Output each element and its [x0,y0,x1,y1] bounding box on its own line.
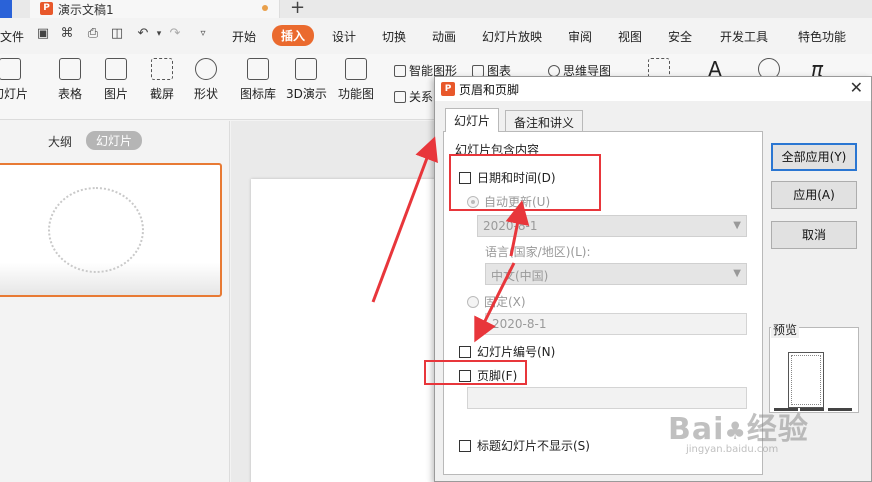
chevron-down-icon: ▼ [733,220,741,231]
new-slide-icon [0,58,21,80]
demo-3d-button[interactable]: 3D演示 [286,58,327,102]
thumbnail-circular-text [48,187,144,273]
slide-number-label: 幻灯片编号(N) [477,345,556,359]
slide-number-checkbox-box [459,346,471,358]
menu-file[interactable]: 文件 [0,28,24,45]
demo-3d-label: 3D演示 [286,87,327,101]
preview-label: 预览 [771,321,800,338]
screenshot-label: 截屏 [150,87,175,101]
tab-slide[interactable]: 幻灯片 [445,108,500,132]
menu-slideshow[interactable]: 幻灯片放映 [482,28,542,45]
fixed-date-radio[interactable]: 固定(X) [467,293,526,310]
relation-icon [394,91,406,103]
function-chart-icon [345,58,367,80]
menu-security[interactable]: 安全 [668,28,692,45]
screenshot-button[interactable]: 截屏 [150,58,174,102]
watermark-logo: Bai♣经验 [668,412,809,447]
unsaved-dot-icon [262,5,268,11]
home-tab-edge[interactable] [0,0,12,18]
print-preview-icon[interactable]: ◫ [110,27,124,41]
tab-outline[interactable]: 大纲 [48,133,72,150]
menu-animation[interactable]: 动画 [432,28,456,45]
chevron-down-icon: ▼ [733,268,741,279]
table-button[interactable]: 表格 [58,58,82,102]
dialog-app-icon: P [441,82,455,96]
dialog-titlebar[interactable]: P 页眉和页脚 ✕ [435,77,871,101]
menu-review[interactable]: 审阅 [568,28,592,45]
demo-3d-icon [295,58,318,80]
undo-dropdown-icon[interactable]: ▾ [152,27,166,41]
annotation-box-footer [424,360,527,385]
slide-navigation-panel: 大纲 幻灯片 [0,121,230,482]
customize-toolbar-icon[interactable]: ▿ [196,27,210,41]
auto-date-value: 2020-8-1 [483,219,538,233]
document-tab[interactable]: P 演示文稿1 [30,0,280,18]
shape-label: 形状 [194,87,219,101]
dialog-title: 页眉和页脚 [459,83,520,97]
menu-home[interactable]: 开始 [232,28,256,45]
fixed-date-value: 2020-8-1 [492,317,547,331]
tab-notes-handouts[interactable]: 备注和讲义 [505,110,584,132]
tab-slides[interactable]: 幻灯片 [86,131,143,150]
relation-label: 关系 [409,90,434,104]
preview-number-placeholder [828,408,852,411]
function-chart-label: 功能图 [338,87,375,101]
hide-on-title-checkbox[interactable]: 标题幻灯片不显示(S) [459,437,590,454]
fixed-date-label: 固定(X) [484,295,526,309]
language-value: 中文(中国) [491,269,549,283]
menu-insert[interactable]: 插入 [272,25,315,46]
auto-date-select[interactable]: 2020-8-1 ▼ [477,215,747,237]
title-tab-bar: P 演示文稿1 + [0,0,872,18]
fixed-date-radio-dot [467,296,479,308]
redo-icon[interactable]: ↷ [168,27,182,41]
new-slide-button[interactable]: 幻灯片 [0,58,28,102]
screenshot-icon [151,58,173,80]
document-tab-title: 演示文稿1 [58,3,114,17]
baidu-jingyan-watermark: Bai♣经验 jingyan.baidu.com [668,404,809,455]
apply-button[interactable]: 应用(A) [771,181,857,209]
icon-library-label: 图标库 [240,87,277,101]
preview-page [788,352,824,408]
menu-view[interactable]: 视图 [618,28,642,45]
picture-button[interactable]: 图片 [104,58,128,102]
close-icon[interactable]: ✕ [850,78,863,97]
slide-thumbnail[interactable] [0,163,222,297]
picture-icon [105,58,127,80]
icon-library-button[interactable]: 图标库 [240,58,276,102]
menu-developer[interactable]: 开发工具 [720,28,768,45]
relation-button[interactable]: 关系 [394,88,433,105]
new-slide-label: 幻灯片 [0,87,29,101]
table-icon [59,58,81,80]
shape-button[interactable]: 形状 [194,58,218,102]
smart-art-icon [394,65,406,77]
annotation-box-date-time [449,154,601,211]
undo-icon[interactable]: ↶ [136,27,150,41]
menu-bar: 文件 ▣ ⌘ ⎙ ◫ ↶ ▾ ↷ ▿ 开始 插入 设计 切换 动画 幻灯片放映 … [0,18,872,54]
print-icon[interactable]: ⎙ [86,27,100,41]
save-icon[interactable]: ▣ [36,27,50,41]
language-select[interactable]: 中文(中国) ▼ [485,263,747,285]
preview-box [769,327,859,413]
slide-number-checkbox[interactable]: 幻灯片编号(N) [459,343,555,360]
preview-placeholder-area [791,355,821,405]
icon-library-icon [247,58,269,80]
hide-on-title-label: 标题幻灯片不显示(S) [477,439,590,453]
shape-icon [195,58,217,80]
table-label: 表格 [58,87,83,101]
language-label: 语言(国家/地区)(L): [485,245,591,259]
fixed-date-input[interactable]: 2020-8-1 [485,313,747,335]
function-chart-button[interactable]: 功能图 [338,58,374,102]
menu-features[interactable]: 特色功能 [798,28,846,45]
menu-design[interactable]: 设计 [332,28,356,45]
hide-on-title-checkbox-box [459,440,471,452]
cancel-button[interactable]: 取消 [771,221,857,249]
format-painter-icon[interactable]: ⌘ [60,27,74,41]
picture-label: 图片 [104,87,129,101]
presentation-app-icon: P [40,2,53,15]
new-tab-button[interactable]: + [290,0,305,18]
apply-all-button[interactable]: 全部应用(Y) [771,143,857,171]
menu-transition[interactable]: 切换 [382,28,406,45]
